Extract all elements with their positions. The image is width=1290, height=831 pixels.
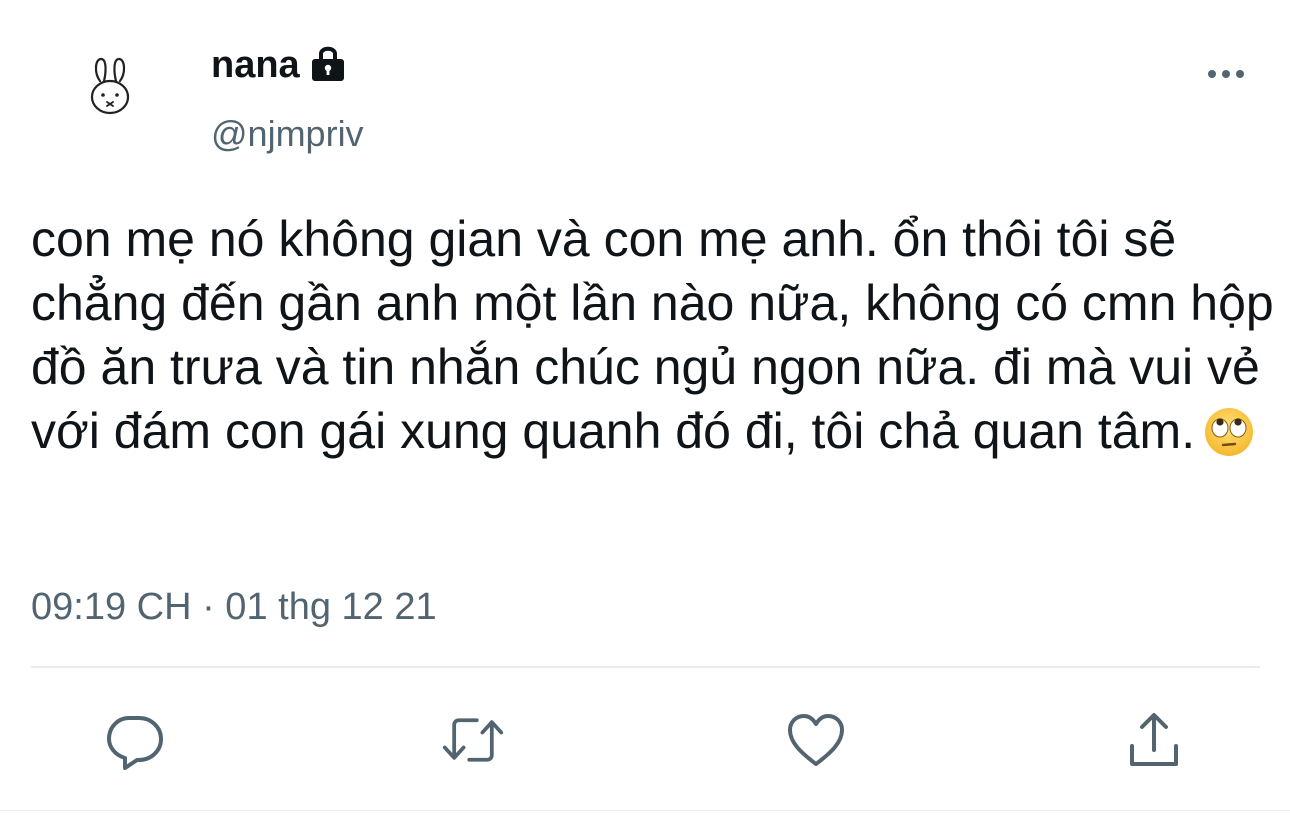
heart-icon: [788, 714, 844, 766]
avatar[interactable]: [66, 42, 154, 130]
user-handle[interactable]: @njmpriv: [211, 113, 364, 155]
lock-icon: [311, 46, 344, 81]
share-button[interactable]: [1122, 708, 1186, 772]
divider: [31, 666, 1260, 668]
display-name-row[interactable]: nana: [211, 44, 348, 87]
share-icon: [1130, 713, 1178, 766]
action-bar: [0, 700, 1290, 780]
more-icon: [1208, 70, 1244, 78]
retweet-button[interactable]: [441, 708, 505, 772]
tweet-text: con mẹ nó không gian và con mẹ anh. ổn t…: [31, 207, 1281, 463]
retweet-icon: [442, 718, 504, 762]
reply-icon: [107, 716, 163, 770]
bunny-icon: [90, 57, 130, 115]
display-name[interactable]: nana: [211, 44, 300, 87]
more-button[interactable]: [1200, 56, 1252, 92]
reply-button[interactable]: [103, 708, 167, 772]
tweet-body: con mẹ nó không gian và con mẹ anh. ổn t…: [31, 211, 1274, 459]
like-button[interactable]: [784, 708, 848, 772]
tweet-timestamp[interactable]: 09:19 CH · 01 thg 12 21: [31, 586, 437, 629]
bottom-divider: [0, 810, 1290, 811]
face-with-rolling-eyes-icon: [1205, 408, 1254, 456]
